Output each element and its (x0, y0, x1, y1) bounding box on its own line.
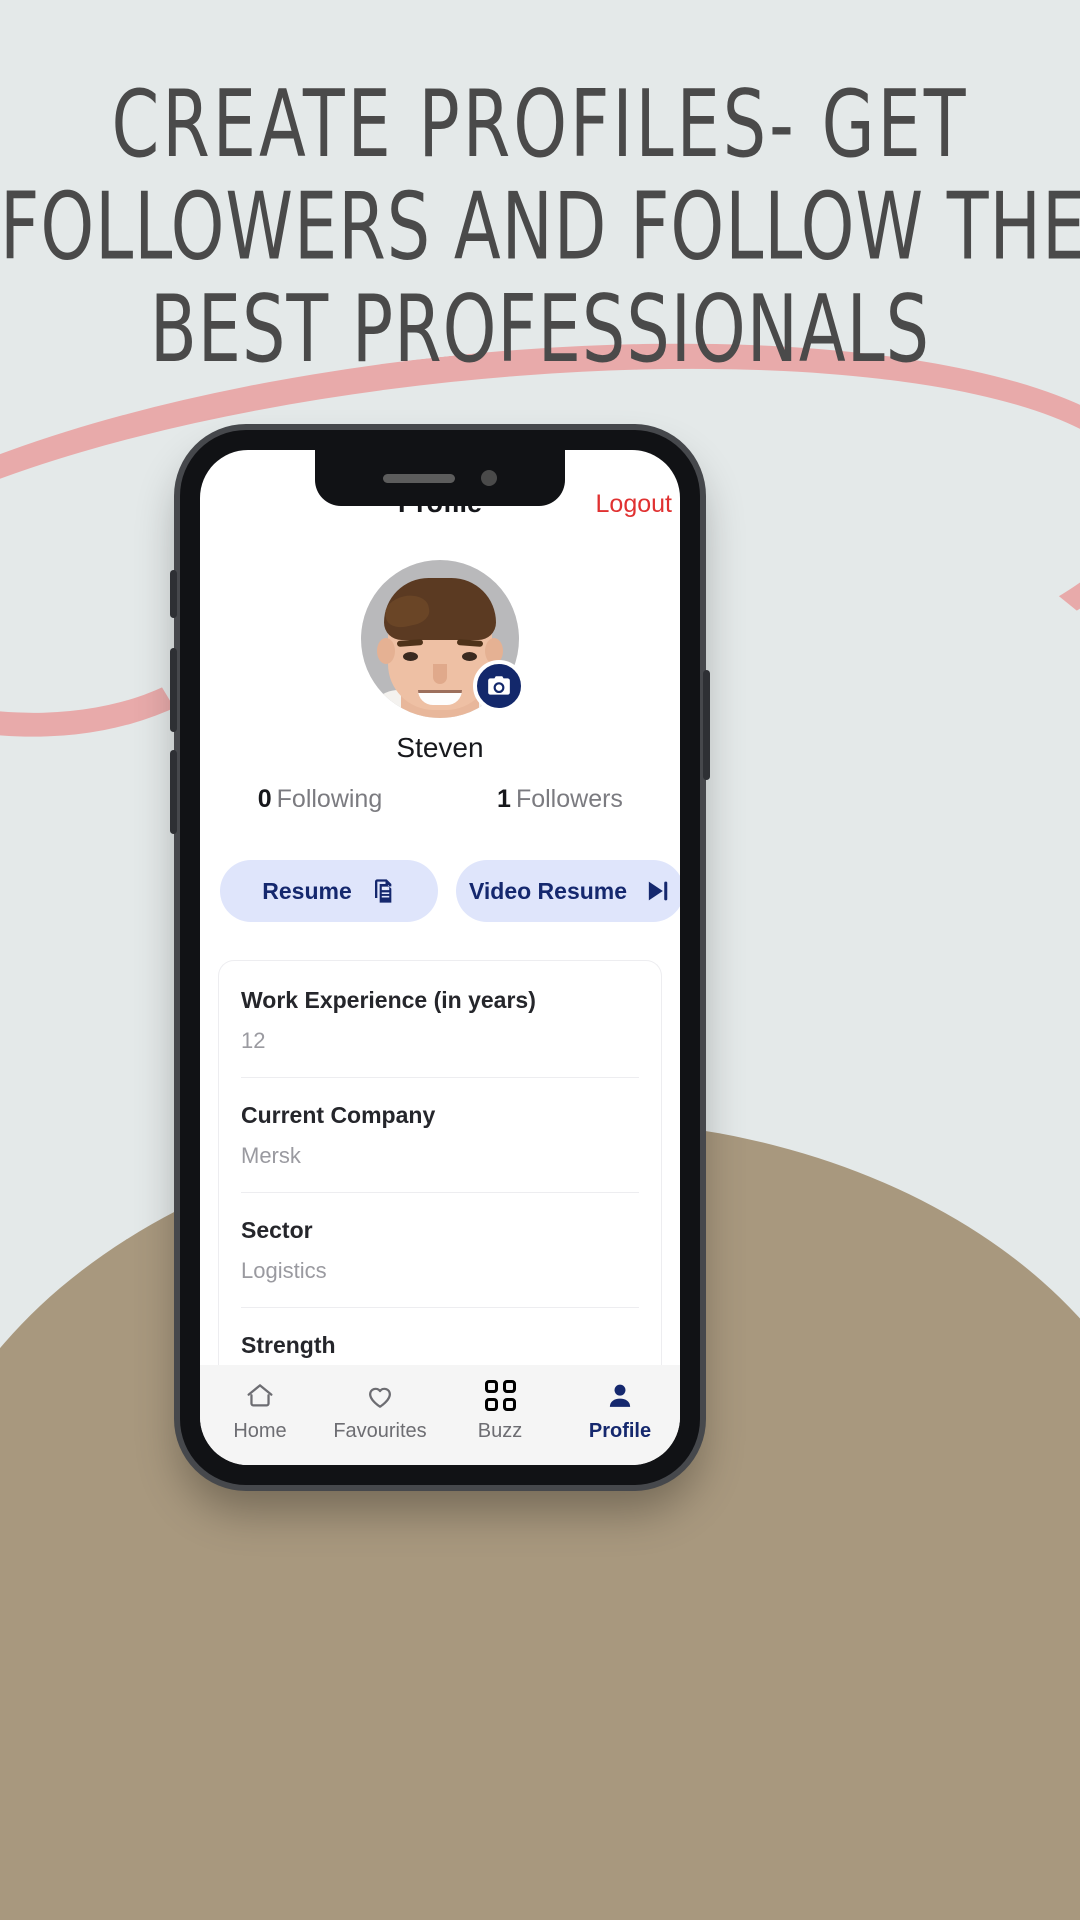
detail-label: Sector (241, 1217, 313, 1244)
profile-details-card: Work Experience (in years) 12 Current Co… (218, 960, 662, 1365)
phone-volume-down-button (170, 750, 177, 834)
video-resume-button-label: Video Resume (468, 877, 628, 904)
speaker-grill (383, 473, 455, 483)
grid-squares-icon (484, 1380, 516, 1412)
nav-item-buzz[interactable]: Buzz (440, 1380, 560, 1443)
stat-followers[interactable]: 1 Followers (440, 785, 680, 814)
phone-screen: Profile Logout (200, 450, 680, 1465)
nav-label-buzz: Buzz (477, 1419, 523, 1442)
video-resume-button[interactable]: Video Resume (456, 860, 680, 922)
phone-power-button (703, 670, 710, 780)
resume-button-label: Resume (262, 877, 352, 904)
play-icon (648, 881, 668, 901)
nav-item-home[interactable]: Home (200, 1380, 320, 1443)
phone-volume-up-button (170, 648, 177, 732)
buzz-square-yellow (502, 1398, 516, 1411)
profile-stats: 0 Following 1 Followers (200, 785, 680, 814)
buzz-square-red (484, 1380, 498, 1393)
bottom-navigation: Home Favourites Buzz Profile (200, 1365, 680, 1465)
detail-row-current-company: Current Company Mersk (241, 1078, 639, 1194)
person-icon (604, 1380, 636, 1412)
phone-notch (315, 450, 565, 506)
detail-label: Strength (241, 1332, 336, 1359)
svg-text:CV: CV (382, 887, 388, 891)
phone-mute-switch (170, 570, 177, 618)
headline-line-3: best professionals (149, 274, 931, 383)
nav-label-profile: Profile (588, 1419, 652, 1442)
nav-item-profile[interactable]: Profile (560, 1380, 680, 1443)
resume-button[interactable]: Resume CV (220, 860, 438, 922)
following-label: Following (276, 785, 383, 813)
following-count: 0 (257, 785, 272, 813)
cv-document-icon: CV (374, 879, 392, 903)
home-icon (244, 1380, 276, 1412)
detail-value: Logistics (241, 1258, 327, 1284)
profile-name: Steven (396, 732, 484, 763)
followers-label: Followers (515, 785, 623, 813)
buzz-square-purple (484, 1398, 498, 1411)
heart-icon (364, 1380, 396, 1412)
camera-icon[interactable] (473, 660, 525, 712)
nav-label-home: Home (233, 1419, 287, 1442)
detail-value: 12 (241, 1028, 266, 1053)
avatar-wrapper (361, 560, 525, 718)
headline-line-1: Create profiles- Get (111, 69, 969, 179)
resume-actions: Resume CV Video Resume (220, 860, 680, 922)
promo-headline: Create profiles- Get followers and follo… (0, 69, 1080, 383)
detail-label: Work Experience (in years) (241, 987, 536, 1013)
stat-following[interactable]: 0 Following (200, 785, 440, 814)
followers-count: 1 (497, 785, 511, 813)
detail-label: Current Company (241, 1102, 436, 1129)
nav-item-favourites[interactable]: Favourites (320, 1380, 440, 1443)
headline-line-2: followers and follow the (0, 171, 1080, 281)
buzz-square-green (502, 1380, 516, 1393)
detail-row-strength: Strength Trustworthiness, Patience, Dete… (241, 1308, 639, 1365)
detail-row-sector: Sector Logistics (241, 1193, 639, 1309)
detail-row-work-experience: Work Experience (in years) 12 (241, 961, 639, 1079)
detail-value: Mersk (241, 1143, 301, 1169)
profile-summary: Steven (200, 560, 680, 764)
front-camera-icon (481, 470, 497, 486)
logout-button[interactable]: Logout (596, 490, 672, 519)
phone-mockup: Profile Logout (170, 430, 710, 1485)
nav-label-favourites: Favourites (333, 1419, 427, 1442)
